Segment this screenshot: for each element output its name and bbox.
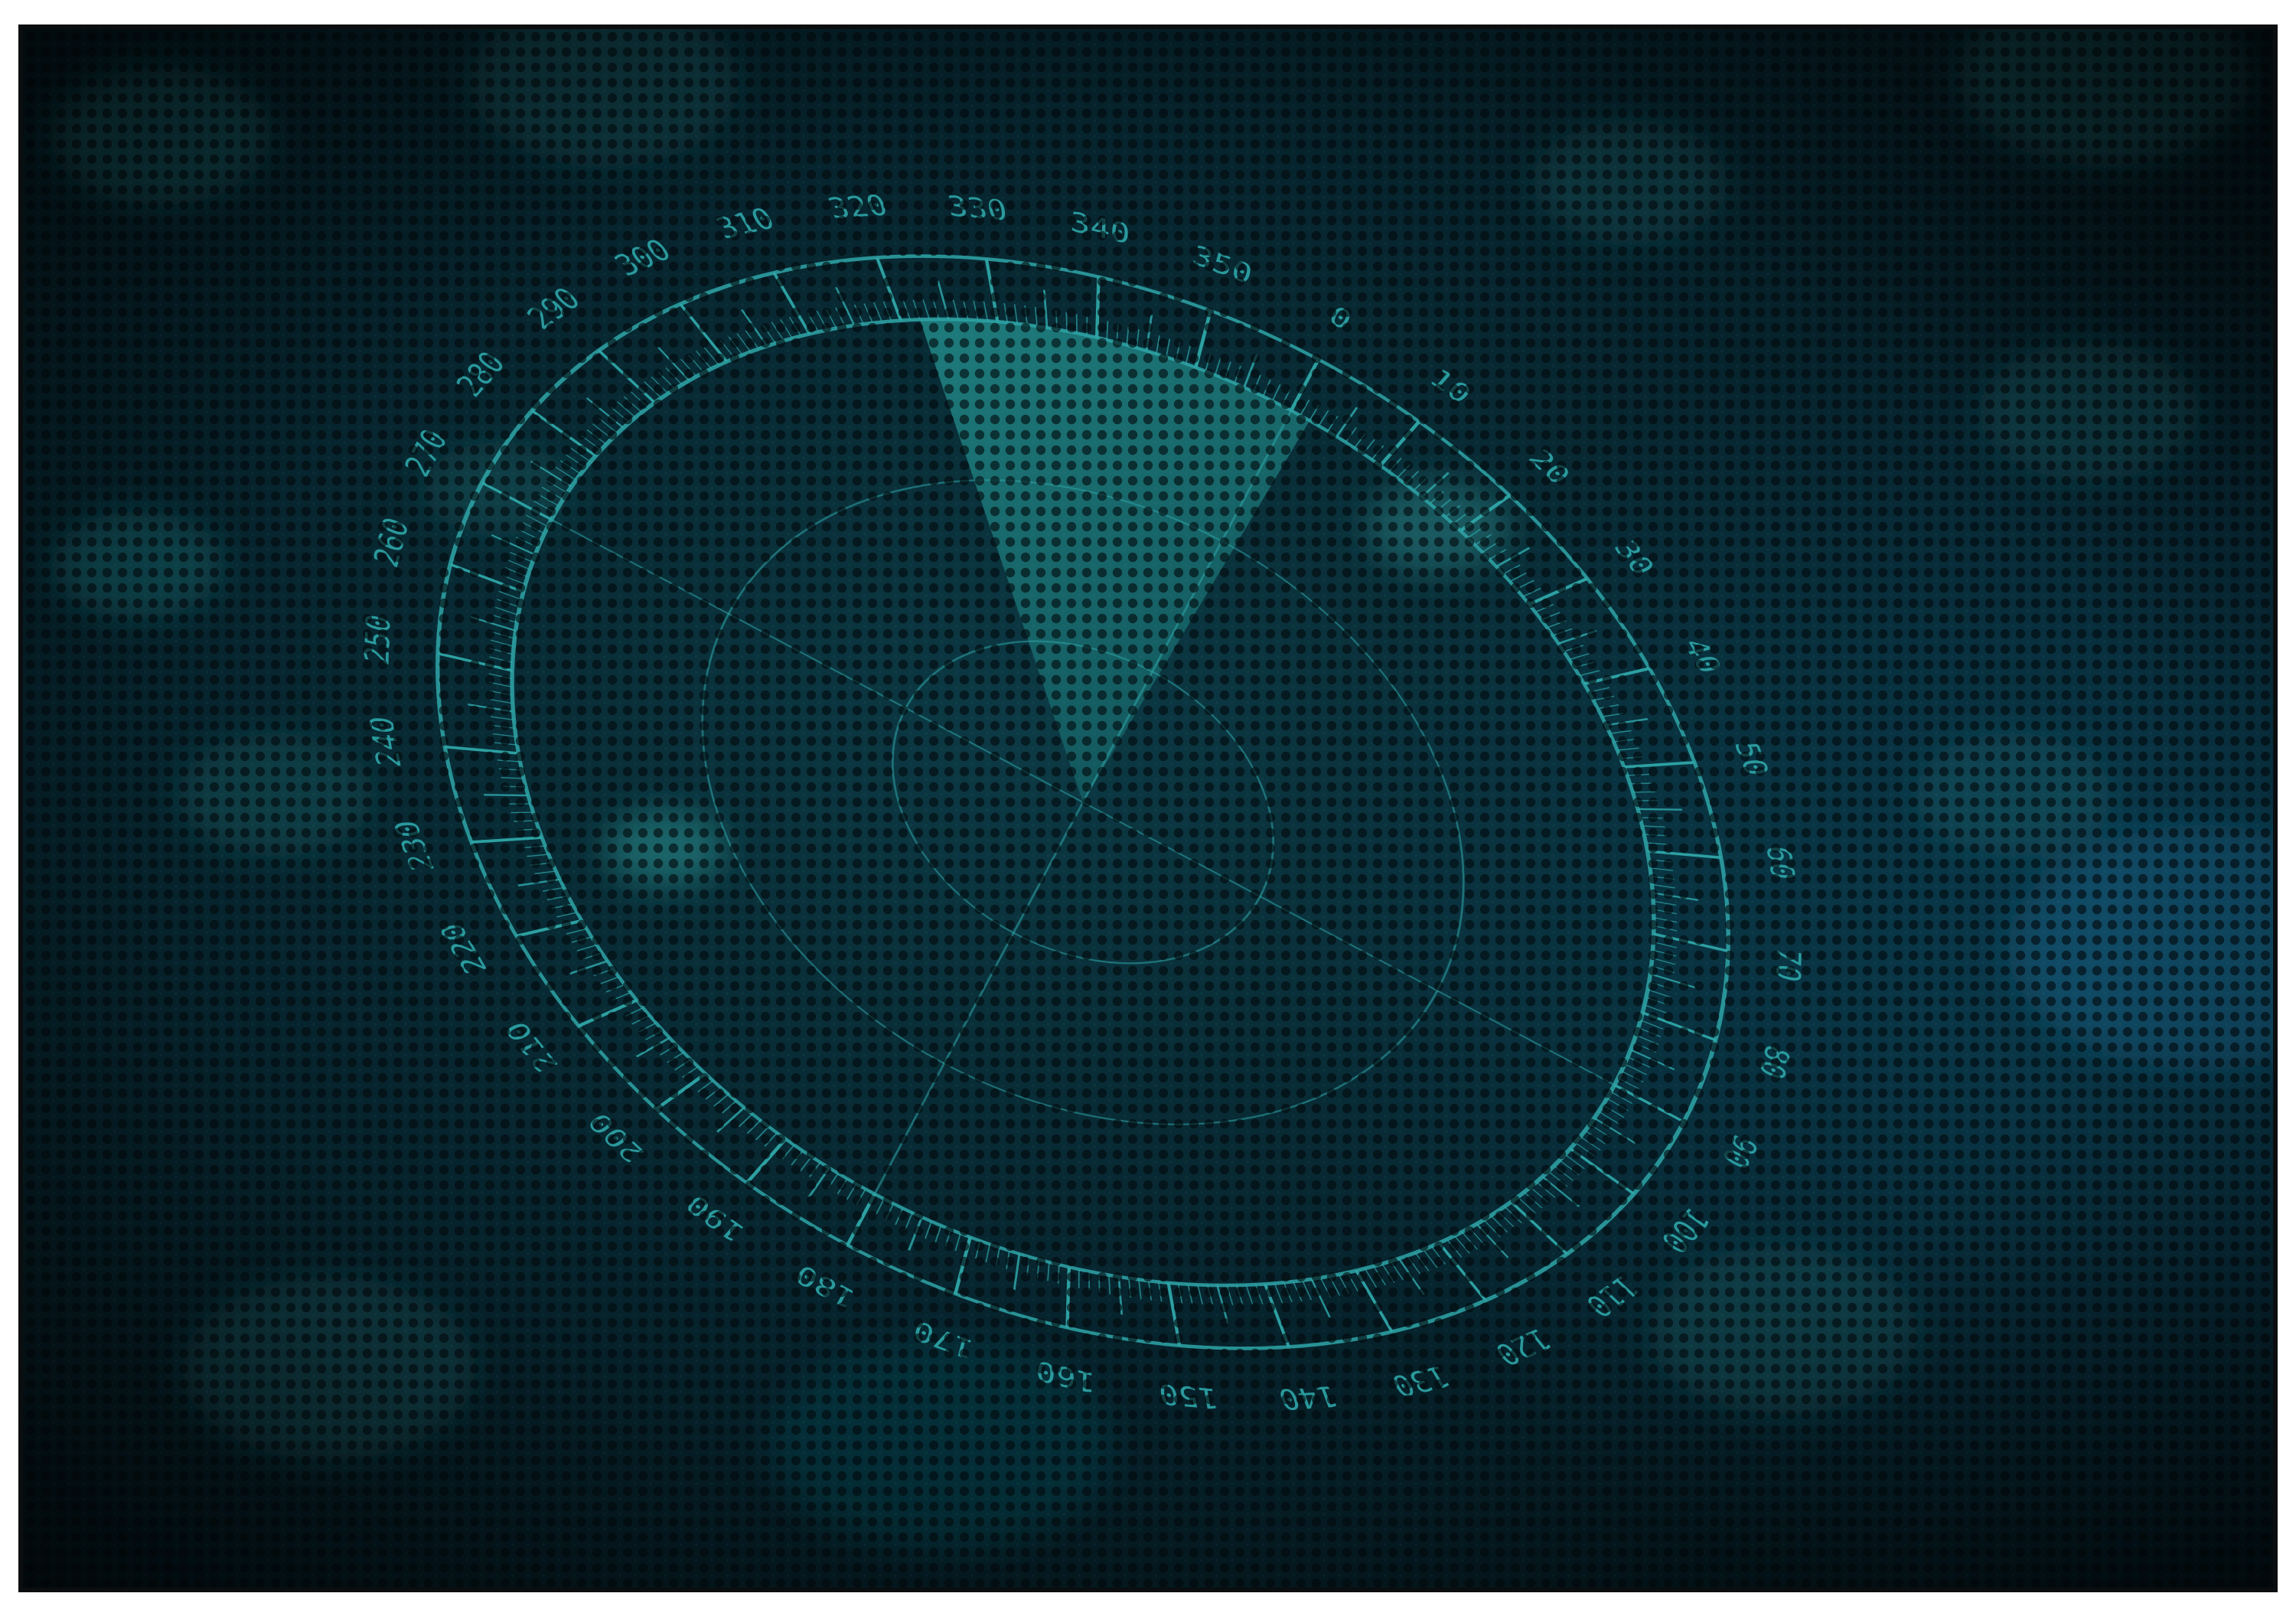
vignette [23,29,2273,1588]
image-frame: 0102030405060708090100110120130140150160… [18,24,2278,1592]
radar-scope-graphic: 0102030405060708090100110120130140150160… [23,29,2273,1588]
